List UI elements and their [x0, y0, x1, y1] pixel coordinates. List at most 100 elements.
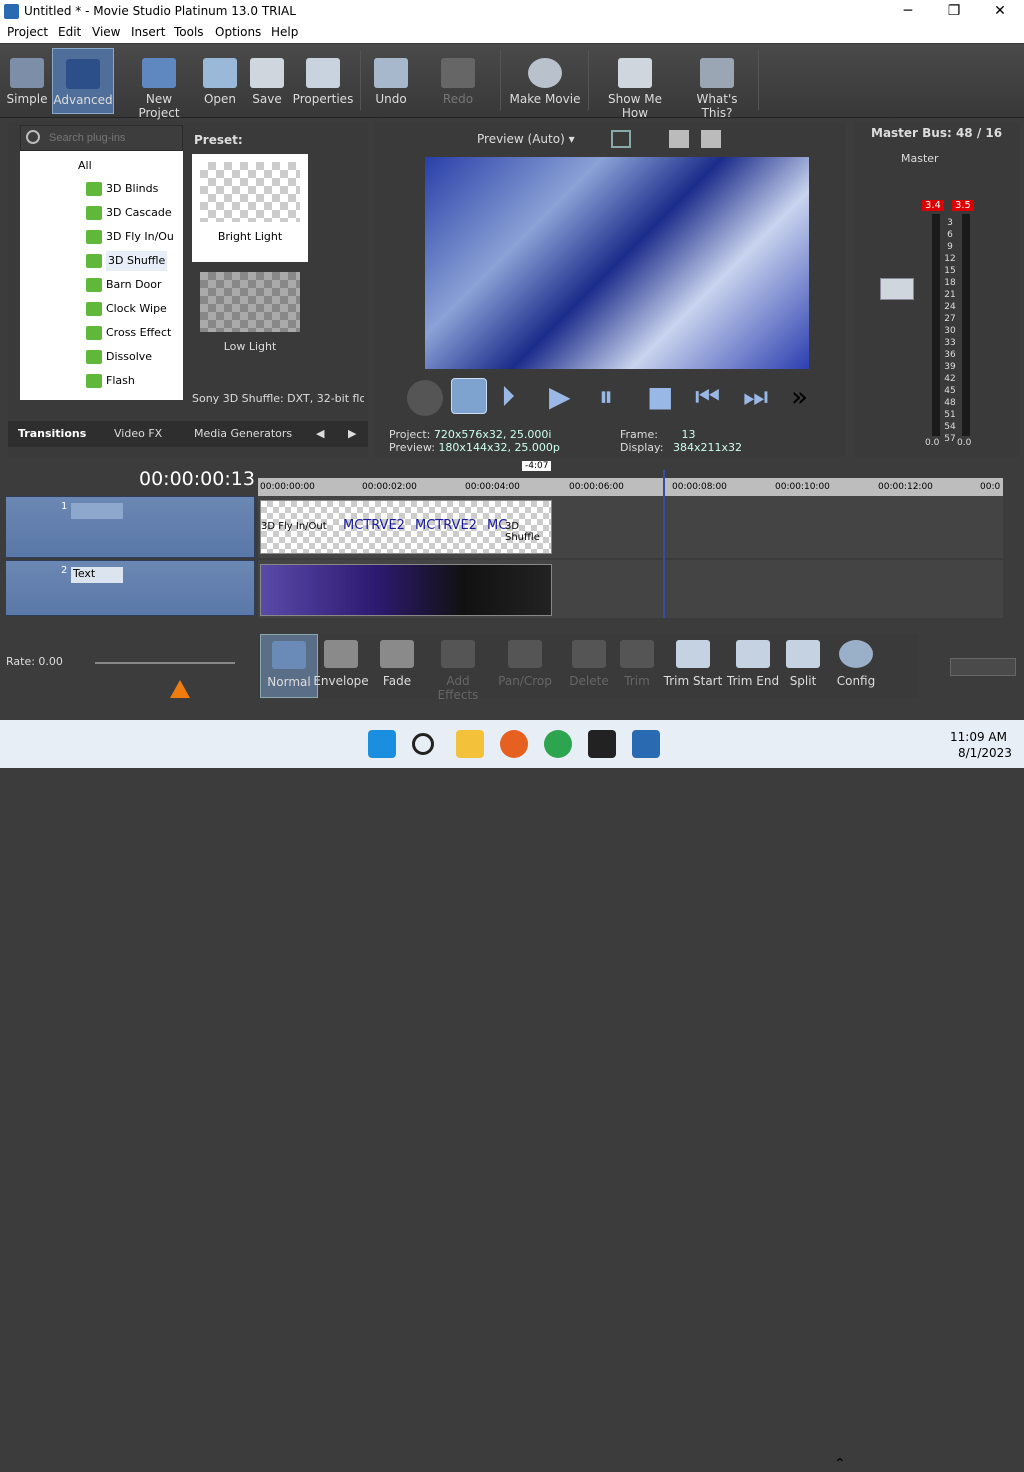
preset-bright-light[interactable]: Bright Light	[192, 154, 308, 262]
trim-end-button[interactable]: Trim End	[722, 634, 784, 698]
split-icon	[786, 640, 820, 668]
close-button[interactable]: ✕	[977, 0, 1023, 23]
firefox-icon[interactable]	[500, 730, 528, 758]
save-snapshot-icon[interactable]	[701, 130, 721, 148]
toolbar-separator	[588, 50, 589, 110]
undo-button[interactable]: Undo	[368, 48, 414, 114]
play-icon[interactable]: ▶	[549, 380, 585, 416]
menu-view[interactable]: View	[92, 25, 120, 39]
stop-icon[interactable]: ■	[647, 380, 683, 416]
maximize-button[interactable]: ❐	[931, 0, 977, 23]
rate-handle-icon[interactable]	[170, 680, 190, 698]
redo-button[interactable]: Redo	[432, 48, 484, 114]
search-icon[interactable]	[412, 733, 434, 755]
menu-options[interactable]: Options	[215, 25, 261, 39]
go-to-start-icon[interactable]: ⏮	[695, 380, 731, 416]
clock-date[interactable]: 8/1/2023	[958, 746, 1012, 760]
preset-low-light[interactable]: Low Light	[192, 264, 308, 372]
main-toolbar: Simple Advanced New Project Open Save Pr…	[0, 44, 1024, 120]
new-project-button[interactable]: New Project	[124, 48, 194, 120]
plugin-item[interactable]: Barn Door	[86, 275, 162, 295]
copy-snapshot-icon[interactable]	[669, 130, 689, 148]
plugin-item[interactable]: Flash	[86, 371, 135, 391]
menu-help[interactable]: Help	[271, 25, 298, 39]
menu-insert[interactable]: Insert	[131, 25, 165, 39]
chrome-icon[interactable]	[544, 730, 572, 758]
pan-crop-button[interactable]: Pan/Crop	[494, 634, 556, 698]
menu-edit[interactable]: Edit	[58, 25, 81, 39]
track-header-2[interactable]: 2 Text	[5, 560, 255, 616]
preview-mode-dropdown[interactable]: Preview (Auto) ▾	[477, 132, 575, 146]
track-name-field[interactable]: Text	[71, 567, 123, 583]
loop-playback-icon[interactable]	[451, 378, 487, 414]
config-button[interactable]: Config	[828, 634, 884, 698]
tabs-scroll-right-icon[interactable]: ▶	[348, 427, 356, 440]
delete-x-icon	[572, 640, 606, 668]
save-button[interactable]: Save	[248, 48, 286, 114]
track-name-field[interactable]	[71, 503, 123, 519]
tab-video-fx[interactable]: Video FX	[114, 427, 162, 440]
envelope-edit-tool[interactable]: Envelope	[310, 634, 372, 698]
simple-button[interactable]: Simple	[4, 48, 50, 114]
fade-edit-tool[interactable]: Fade	[368, 634, 426, 698]
window-docking-tabs: Transitions Video FX Media Generators ◀ …	[8, 421, 368, 447]
plugin-item[interactable]: Cross Effect	[86, 323, 171, 343]
volume-fader[interactable]	[880, 278, 914, 300]
play-from-start-icon[interactable]: ⏵	[501, 380, 537, 416]
tab-media-generators[interactable]: Media Generators	[194, 427, 292, 440]
grid-icon[interactable]	[611, 130, 631, 148]
clock-time[interactable]: 11:09 AM	[950, 730, 1007, 744]
loop-region-marker[interactable]: -4:07	[522, 461, 552, 471]
zoom-slider[interactable]	[950, 658, 1016, 676]
file-explorer-icon[interactable]	[456, 730, 484, 758]
playhead[interactable]	[663, 470, 665, 618]
meter-bottom-left: 0.0	[925, 438, 940, 448]
minimize-button[interactable]: ─	[885, 0, 931, 23]
menu-project[interactable]: Project	[7, 25, 48, 39]
transition-icon	[86, 254, 102, 268]
plugin-item[interactable]: 3D Fly In/Ou	[86, 227, 174, 247]
plugin-item[interactable]: Dissolve	[86, 347, 152, 367]
trim-start-button[interactable]: Trim Start	[660, 634, 726, 698]
tree-root[interactable]: All	[78, 158, 92, 174]
track-header-1[interactable]: 1	[5, 496, 255, 558]
plugin-item[interactable]: 3D Blinds	[86, 179, 158, 199]
menu-tools[interactable]: Tools	[174, 25, 204, 39]
preview-mode-value: Preview (Auto)	[477, 132, 565, 146]
split-button[interactable]: Split	[780, 634, 826, 698]
pause-icon[interactable]: ⏸	[599, 380, 635, 416]
properties-button[interactable]: Properties	[292, 48, 354, 114]
preview-label: Preview:	[389, 441, 435, 454]
plugin-item[interactable]: 3D Cascade	[86, 203, 172, 223]
trim-button[interactable]: Trim	[608, 634, 666, 698]
movie-studio-icon[interactable]	[632, 730, 660, 758]
more-controls-icon[interactable]: »	[791, 380, 827, 416]
whats-this-button[interactable]: What's This?	[682, 48, 752, 120]
preset-name: Low Light	[223, 340, 277, 353]
timeline-ruler[interactable]: 00:00:00:00 00:00:02:00 00:00:04:00 00:0…	[258, 478, 1003, 496]
tab-transitions[interactable]: Transitions	[18, 427, 86, 440]
transition-icon	[86, 302, 102, 316]
start-icon[interactable]	[368, 730, 396, 758]
advanced-button[interactable]: Advanced	[52, 48, 114, 114]
go-to-end-icon[interactable]: ⏭	[743, 380, 779, 416]
display-value: 384x211x32	[672, 441, 742, 454]
preset-description: Sony 3D Shuffle: DXT, 32-bit floatin	[192, 392, 364, 405]
plugin-search-input[interactable]	[20, 125, 183, 151]
tray-chevron-icon[interactable]: ⌃	[834, 1456, 846, 1472]
rate-slider[interactable]	[95, 662, 235, 664]
master-bus-panel: Master Bus: 48 / 16 Master 3.4 3.5 0.0 0…	[855, 122, 1020, 457]
text-clip[interactable]: 3D Fly In/Out MCTRVE2 MCTRVE2 MC 3D Shuf…	[260, 500, 552, 554]
tabs-scroll-left-icon[interactable]: ◀	[316, 427, 324, 440]
show-me-how-button[interactable]: Show Me How	[594, 48, 676, 120]
7zip-icon[interactable]	[588, 730, 616, 758]
plugin-item[interactable]: Clock Wipe	[86, 299, 167, 319]
meter-right	[962, 214, 970, 436]
make-movie-button[interactable]: Make Movie	[508, 48, 582, 114]
video-clip[interactable]	[260, 564, 552, 616]
record-icon[interactable]	[407, 380, 443, 416]
plugin-item-selected[interactable]: 3D Shuffle	[86, 251, 168, 271]
add-effects-icon	[441, 640, 475, 668]
add-effects-button[interactable]: Add Effects	[426, 634, 490, 702]
open-button[interactable]: Open	[200, 48, 240, 114]
